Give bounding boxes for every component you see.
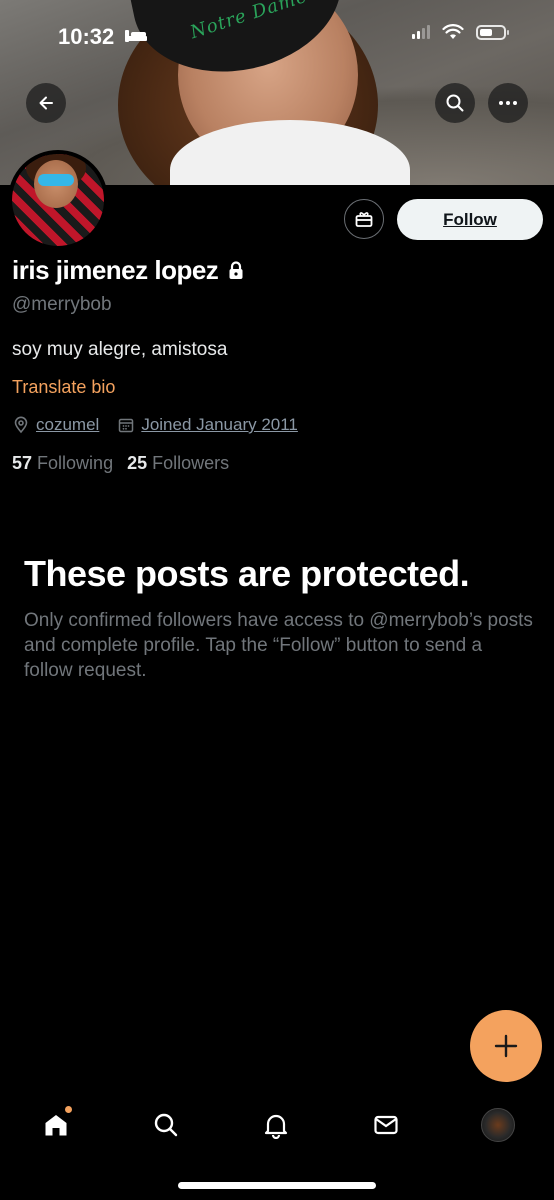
calendar-icon: [117, 416, 135, 434]
search-button[interactable]: [435, 83, 475, 123]
back-button[interactable]: [26, 83, 66, 123]
following-link[interactable]: 57 Following: [12, 453, 113, 474]
plus-icon: [494, 1034, 518, 1058]
location-link[interactable]: cozumel: [36, 415, 99, 435]
tab-profile[interactable]: [478, 1100, 518, 1150]
followers-count: 25: [127, 453, 148, 473]
gift-icon: [355, 212, 373, 227]
status-time: 10:32: [58, 24, 115, 49]
tab-home[interactable]: [36, 1100, 76, 1150]
profile-avatar[interactable]: [8, 150, 108, 250]
home-icon: [45, 1115, 67, 1136]
compose-button[interactable]: [470, 1010, 542, 1082]
search-icon: [446, 94, 464, 112]
wifi-icon: [442, 24, 464, 39]
search-icon: [154, 1113, 178, 1137]
home-notification-dot: [65, 1106, 72, 1113]
profile-name: iris jimenez lopez: [12, 255, 219, 285]
protected-title: These posts are protected.: [24, 553, 470, 594]
translate-bio-link[interactable]: Translate bio: [12, 377, 115, 398]
protected-message: Only confirmed followers have access to …: [24, 610, 533, 681]
profile-meta: cozumel Joined January 2011: [12, 415, 298, 435]
more-dots-icon: [499, 101, 517, 105]
profile-name-row: iris jimenez lopez: [12, 255, 244, 286]
followers-label: Followers: [152, 453, 230, 473]
location-icon: [12, 416, 30, 434]
profile-handle: @merrybob: [12, 294, 112, 315]
battery-icon: [476, 24, 509, 40]
tab-notifications[interactable]: [256, 1100, 296, 1150]
cellular-signal-icon: [412, 25, 430, 39]
followers-link[interactable]: 25 Followers: [127, 453, 229, 474]
sleep-focus-icon: [125, 30, 147, 42]
bottom-tab-bar: [0, 1100, 554, 1150]
profile-bio: soy muy alegre, amistosa: [12, 339, 228, 360]
back-arrow-icon: [39, 96, 53, 110]
bell-icon: [264, 1114, 288, 1139]
lock-icon: [229, 260, 243, 279]
more-options-button[interactable]: [488, 83, 528, 123]
avatar-glasses: [38, 174, 74, 186]
mail-icon: [374, 1115, 398, 1135]
follow-counts: 57 Following 25 Followers: [12, 453, 229, 474]
tab-search[interactable]: [146, 1100, 186, 1150]
follow-button[interactable]: Follow: [397, 199, 543, 240]
following-label: Following: [37, 453, 114, 473]
account-avatar: [481, 1108, 515, 1142]
gift-button[interactable]: [344, 199, 384, 239]
home-indicator: [178, 1182, 376, 1189]
status-indicators: [412, 24, 509, 40]
tab-messages[interactable]: [366, 1100, 406, 1150]
joined-date[interactable]: Joined January 2011: [141, 415, 298, 435]
following-count: 57: [12, 453, 33, 473]
